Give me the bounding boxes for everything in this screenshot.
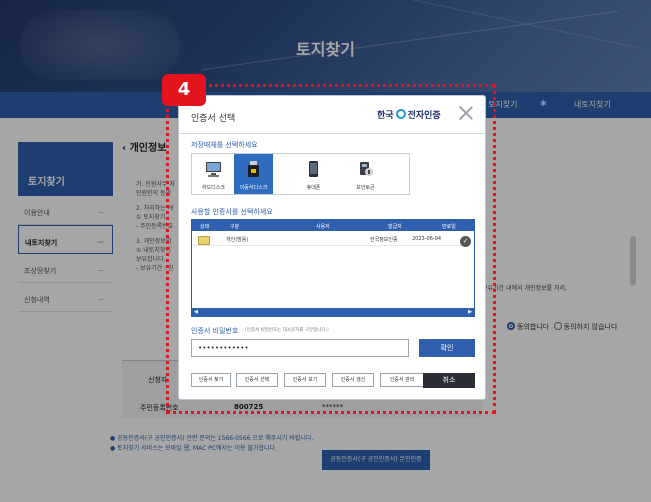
step-highlight-frame	[166, 84, 496, 414]
step-number-badge: 4	[162, 74, 206, 106]
